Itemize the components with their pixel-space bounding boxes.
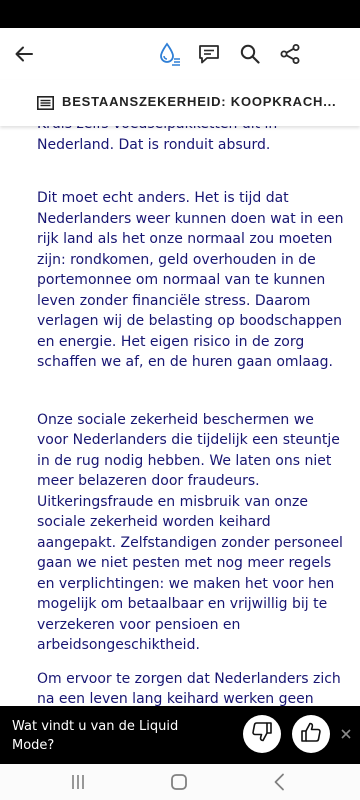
article-paragraph: Om ervoor te zorgen dat Nederlanders zic… <box>37 670 341 707</box>
thumbs-down-icon <box>251 721 273 747</box>
article-content[interactable]: Kruis zelfs voedselpakketten uit in Nede… <box>0 126 360 706</box>
arrow-left-icon[interactable] <box>10 40 38 68</box>
search-icon[interactable] <box>236 40 264 68</box>
comment-icon[interactable] <box>195 40 223 68</box>
feedback-question: Wat vindt u van de Liquid Mode? <box>12 719 179 753</box>
section-header[interactable]: BESTAANSZEKERHEID: KOOPKRACH... <box>0 80 360 126</box>
section-title: BESTAANSZEKERHEID: KOOPKRACH... <box>62 94 337 109</box>
system-navigation-bar <box>0 764 360 800</box>
list-icon <box>37 95 54 110</box>
liquid-mode-feedback-banner: Wat vindt u van de Liquid Mode? <box>0 706 360 764</box>
liquid-mode-icon[interactable] <box>156 40 184 68</box>
share-icon[interactable] <box>276 40 304 68</box>
thumbs-down-button[interactable] <box>243 715 281 753</box>
article-paragraph: Kruis zelfs voedselpakketten uit in Nede… <box>37 126 277 153</box>
top-toolbar <box>0 28 360 80</box>
home-icon[interactable] <box>168 771 190 793</box>
recents-icon[interactable] <box>67 771 89 793</box>
back-icon[interactable] <box>269 771 291 793</box>
thumbs-up-icon <box>300 721 322 747</box>
status-bar <box>0 0 360 28</box>
thumbs-up-button[interactable] <box>292 715 330 753</box>
close-icon[interactable] <box>339 726 353 742</box>
article-paragraph: Onze sociale zekerheid beschermen we voo… <box>37 411 343 654</box>
article-paragraph: Dit moet echt anders. Het is tijd dat Ne… <box>37 190 344 370</box>
